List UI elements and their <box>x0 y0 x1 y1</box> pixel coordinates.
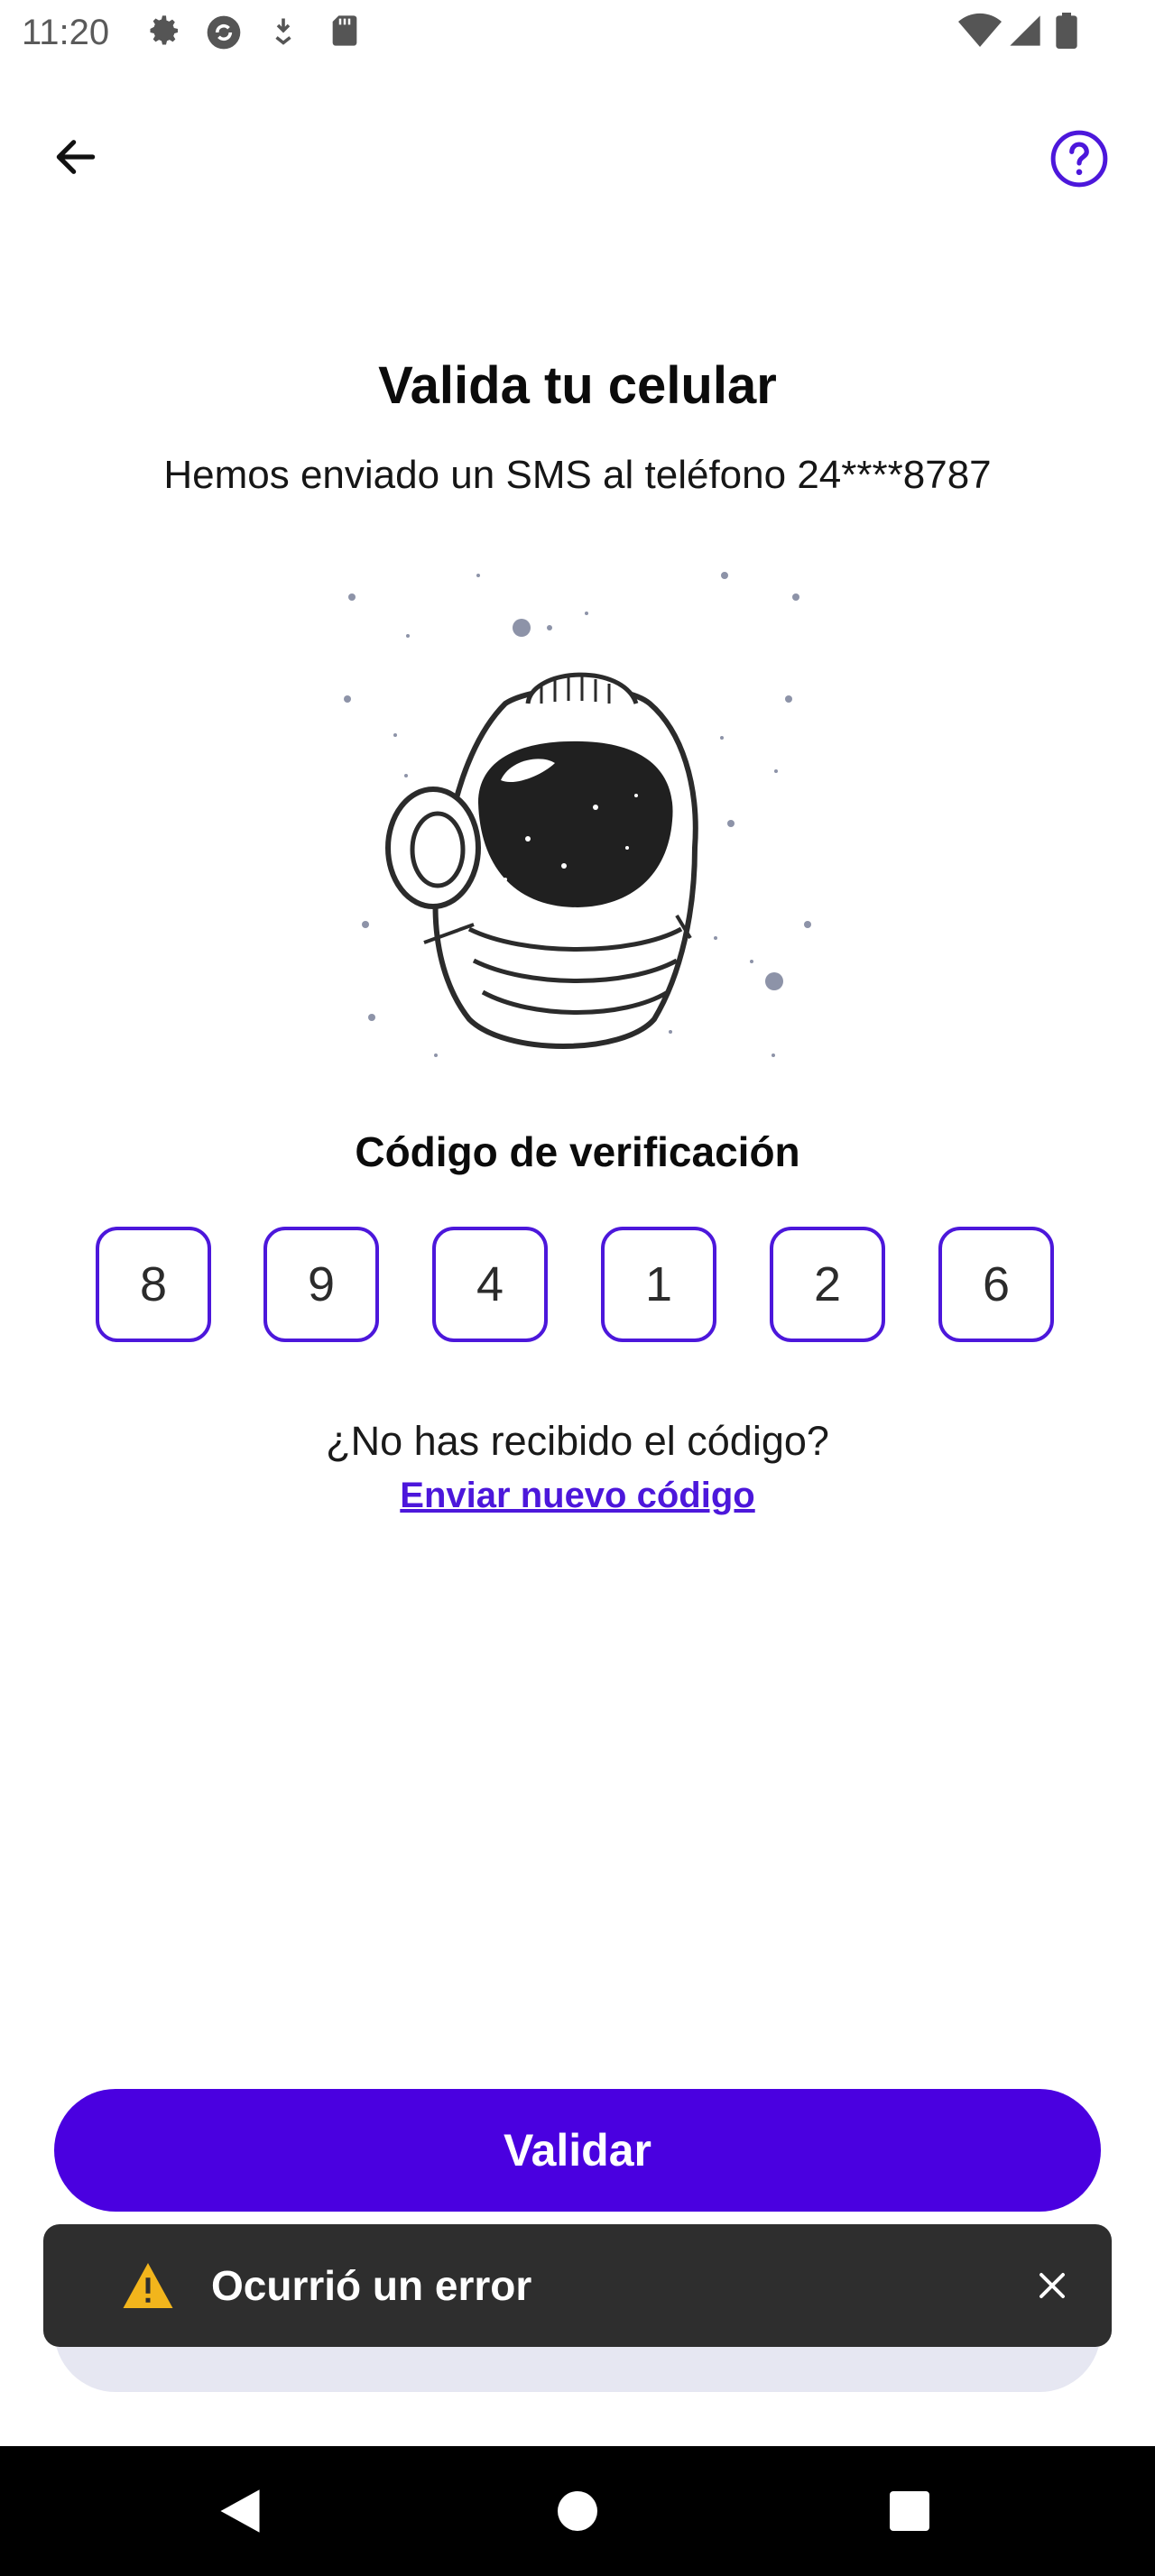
sd-card-icon <box>327 13 363 49</box>
code-digit-input-1[interactable]: 8 <box>96 1227 211 1342</box>
status-bar: 11:20 <box>0 0 1155 65</box>
wifi-icon <box>958 13 1002 49</box>
code-digit-input-5[interactable]: 2 <box>770 1227 885 1342</box>
nav-recents-button[interactable] <box>877 2479 942 2544</box>
validate-button[interactable]: Validar <box>54 2089 1101 2212</box>
help-circle-icon <box>1050 130 1108 188</box>
download-arrow-icon <box>267 13 303 49</box>
nav-home-button[interactable] <box>545 2479 610 2544</box>
sync-app-icon <box>204 13 241 50</box>
status-time: 11:20 <box>22 13 110 52</box>
nav-back-button[interactable] <box>208 2479 273 2544</box>
nav-recents-icon <box>890 2491 929 2531</box>
code-digit-input-2[interactable]: 9 <box>263 1227 379 1342</box>
close-icon <box>1040 2273 1065 2298</box>
toast-message: Ocurrió un error <box>211 2262 532 2309</box>
back-button[interactable] <box>45 126 106 188</box>
code-digit-input-3[interactable]: 4 <box>432 1227 548 1342</box>
code-digit-input-4[interactable]: 1 <box>601 1227 716 1342</box>
arrow-left-icon <box>56 140 96 174</box>
verification-code-label: Código de verificación <box>355 1128 800 1175</box>
system-nav-bar <box>0 2446 1155 2576</box>
nav-home-icon <box>558 2491 597 2531</box>
battery-icon <box>1054 13 1079 49</box>
toast-close-button[interactable] <box>1025 2259 1079 2313</box>
page-title: Valida tu celular <box>378 356 777 415</box>
resend-code-link[interactable]: Enviar nuevo código <box>0 1476 1155 1516</box>
code-digit-input-6[interactable]: 6 <box>938 1227 1054 1342</box>
error-toast: Ocurrió un error <box>43 2224 1112 2347</box>
cell-signal-icon <box>1007 13 1043 49</box>
warning-triangle-icon <box>123 2263 173 2308</box>
help-button[interactable] <box>1047 126 1112 191</box>
settings-gear-icon <box>146 13 182 49</box>
nav-back-icon <box>220 2489 260 2533</box>
not-received-text: ¿No has recibido el código? <box>326 1418 829 1464</box>
page-subtitle: Hemos enviado un SMS al teléfono 24****8… <box>163 453 992 497</box>
astronaut-helmet-illustration <box>325 550 830 1073</box>
